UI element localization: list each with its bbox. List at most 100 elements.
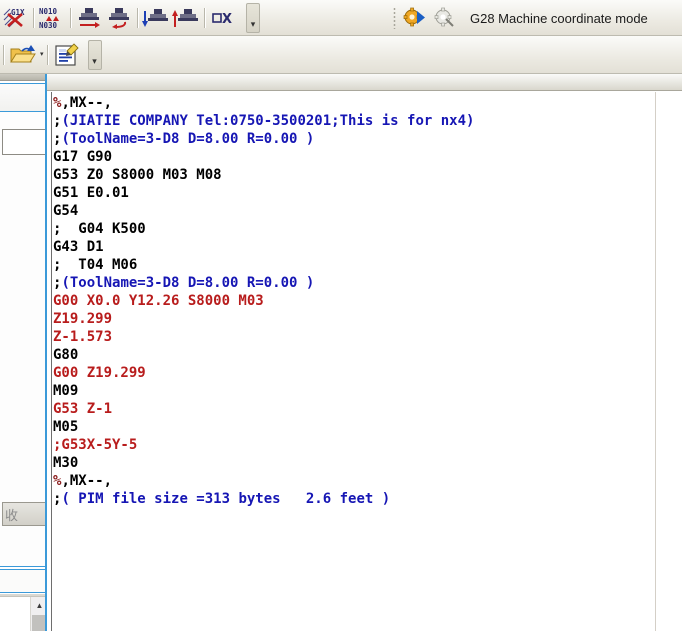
insert-block-below-button[interactable] xyxy=(141,4,171,32)
gcode-segment: Z-1.573 xyxy=(53,329,113,345)
renumber-blocks-icon: N010 N030 xyxy=(39,7,59,30)
gcode-line: ; G04 K500 xyxy=(53,220,653,238)
gcode-segment: ,MX--, xyxy=(61,473,113,489)
toolbar-separator xyxy=(33,7,34,28)
move-block-forward-button[interactable] xyxy=(74,4,104,32)
machine-mode-status-text: G28 Machine coordinate mode xyxy=(470,10,648,26)
gcode-segment: G53 Z-1 xyxy=(53,401,113,417)
gcode-line: ;G53X-5Y-5 xyxy=(53,436,653,454)
gcode-line: G00 Z19.299 xyxy=(53,364,653,382)
toolbar-overflow-button-primary[interactable]: ▾ xyxy=(246,2,260,33)
toolbar-overflow-button-secondary[interactable]: ▾ xyxy=(87,39,102,70)
gcode-line: Z19.299 xyxy=(53,310,653,328)
gcode-line: G53 Z-1 xyxy=(53,400,653,418)
svg-text:X: X xyxy=(222,12,232,27)
dock-action-button[interactable]: 收 xyxy=(2,502,47,526)
toolbar-overflow-label-secondary: ▾ xyxy=(92,55,97,66)
toolbar-group-file: ▾ ▾ xyxy=(0,36,102,73)
gcode-line: G80 xyxy=(53,346,653,364)
editor-gutter-divider xyxy=(51,92,52,631)
gcode-line: %,MX--, xyxy=(53,94,653,112)
run-settings-button[interactable] xyxy=(400,4,430,32)
open-file-dropdown-arrow[interactable]: ▾ xyxy=(40,51,44,58)
gcode-segment: M09 xyxy=(53,383,79,399)
delete-x-button[interactable]: X xyxy=(208,4,242,32)
scroll-up-arrow-label: ▲ xyxy=(35,601,44,610)
gcode-line: G17 G90 xyxy=(53,148,653,166)
editor-right-divider xyxy=(655,92,656,631)
insert-block-above-button[interactable] xyxy=(171,4,201,32)
move-block-backward-icon xyxy=(109,7,129,29)
editor-title-bar xyxy=(47,74,682,91)
gcode-segment: ; G04 K500 xyxy=(53,221,146,237)
gcode-line: G53 Z0 S8000 M03 M08 xyxy=(53,166,653,184)
renumber-blocks-button[interactable]: N010 N030 xyxy=(37,4,67,32)
toolbar-separator xyxy=(46,44,48,65)
gcode-segment: ;G53X-5Y-5 xyxy=(53,437,138,453)
dock-group-box-secondary xyxy=(0,569,47,593)
toolbar-group-editing: G1X N010 N030 X ▾ xyxy=(0,0,260,35)
edit-document-icon xyxy=(54,42,79,66)
open-file-button[interactable] xyxy=(7,41,39,69)
run-settings-icon xyxy=(403,7,425,27)
gcode-line: M09 xyxy=(53,382,653,400)
gcode-segment: G43 D1 xyxy=(53,239,104,255)
gcode-segment: (ToolName=3-D8 D=8.00 R=0.00 ) xyxy=(61,131,315,147)
configure-tool-icon xyxy=(434,7,454,27)
gcode-segment: G53 Z0 S8000 M03 M08 xyxy=(53,167,222,183)
gcode-line: G00 X0.0 Y12.26 S8000 M03 xyxy=(53,292,653,310)
dock-lower-panel: ▲ xyxy=(0,596,47,631)
edit-document-button[interactable] xyxy=(51,41,83,69)
delete-x-icon: X xyxy=(212,12,232,27)
toolbar-separator xyxy=(204,7,205,28)
insert-block-below-icon xyxy=(142,8,168,27)
move-block-backward-button[interactable] xyxy=(104,4,134,32)
dock-action-button-label: 收 xyxy=(5,507,19,523)
configure-tool-button[interactable] xyxy=(430,4,460,32)
toolbar-separator xyxy=(3,44,4,65)
gcode-segment: (JIATIE COMPANY Tel:0750-3500201;This is… xyxy=(61,113,475,129)
gcode-line: ;(JIATIE COMPANY Tel:0750-3500201;This i… xyxy=(53,112,653,130)
status-bar-area: G28 Machine coordinate mode xyxy=(390,0,682,36)
gcode-segment: M05 xyxy=(53,419,79,435)
gcode-line: M05 xyxy=(53,418,653,436)
gcode-segment: Z19.299 xyxy=(53,311,113,327)
gcode-segment: G00 Z19.299 xyxy=(53,365,146,381)
svg-text:N010: N010 xyxy=(39,7,58,16)
gcode-segment: G80 xyxy=(53,347,79,363)
delete-g-code-block-icon: G1X xyxy=(3,8,25,27)
gcode-segment: ,MX--, xyxy=(61,95,113,111)
dock-title-bar xyxy=(0,74,47,81)
open-file-icon xyxy=(10,44,36,62)
toolbar-separator xyxy=(70,7,71,28)
left-dock-panel: 收 ▲ xyxy=(0,74,47,631)
application-window: G1X N010 N030 X ▾ G28 Machine coordinate… xyxy=(0,0,682,631)
move-block-forward-icon xyxy=(79,7,100,28)
delete-g-code-block-button[interactable]: G1X xyxy=(0,4,30,32)
insert-block-above-icon xyxy=(172,8,198,27)
svg-text:N030: N030 xyxy=(39,21,58,30)
gcode-line: ;(ToolName=3-D8 D=8.00 R=0.00 ) xyxy=(53,274,653,292)
gcode-line: ;( PIM file size =313 bytes 2.6 feet ) xyxy=(53,490,653,508)
gcode-segment: G54 xyxy=(53,203,79,219)
gcode-line: M30 xyxy=(53,454,653,472)
toolbar-primary: G1X N010 N030 X ▾ G28 Machine coordinate… xyxy=(0,0,682,36)
dock-text-input[interactable] xyxy=(2,129,46,155)
gcode-editor-panel: %,MX--, ;(JIATIE COMPANY Tel:0750-3500201… xyxy=(47,74,682,631)
dock-group-box xyxy=(0,83,47,567)
gcode-line: G43 D1 xyxy=(53,238,653,256)
gcode-segment: (ToolName=3-D8 D=8.00 R=0.00 ) xyxy=(61,275,315,291)
gcode-text-area[interactable]: %,MX--, ;(JIATIE COMPANY Tel:0750-3500201… xyxy=(53,94,653,508)
gcode-line: ; T04 M06 xyxy=(53,256,653,274)
gcode-line: G54 xyxy=(53,202,653,220)
gcode-line: Z-1.573 xyxy=(53,328,653,346)
toolbar-separator xyxy=(137,7,138,28)
gcode-segment: M30 xyxy=(53,455,79,471)
gcode-line: G51 E0.01 xyxy=(53,184,653,202)
toolbar-grip[interactable] xyxy=(393,7,396,29)
gcode-segment: ( PIM file size =313 bytes 2.6 feet ) xyxy=(61,491,391,507)
gcode-segment: ; T04 M06 xyxy=(53,257,138,273)
gcode-line: ;(ToolName=3-D8 D=8.00 R=0.00 ) xyxy=(53,130,653,148)
gcode-segment: G00 X0.0 Y12.26 S8000 M03 xyxy=(53,293,264,309)
gcode-line: %,MX--, xyxy=(53,472,653,490)
